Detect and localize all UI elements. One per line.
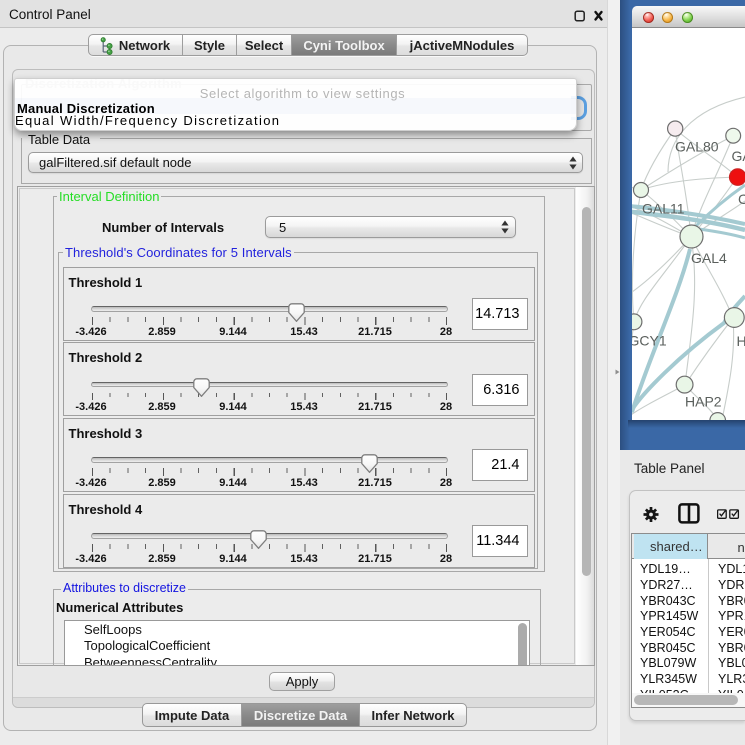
svg-text:C: C [738, 191, 745, 207]
svg-text:GAL11: GAL11 [642, 201, 685, 217]
svg-text:GA: GA [732, 148, 745, 164]
svg-text:HAP2: HAP2 [685, 394, 722, 410]
svg-text:GCY1: GCY1 [632, 333, 667, 349]
svg-text:GAL80: GAL80 [675, 139, 719, 155]
svg-text:H: H [737, 333, 745, 349]
svg-text:GAL4: GAL4 [691, 250, 727, 266]
